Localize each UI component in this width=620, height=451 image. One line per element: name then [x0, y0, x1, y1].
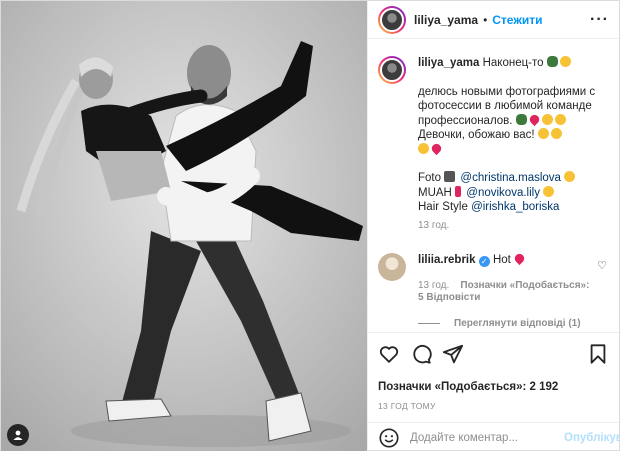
post-photo[interactable]	[1, 1, 367, 451]
comment-meta: 13 год. Позначки «Подобається»: 5 Відпов…	[418, 280, 593, 304]
heart-emoji-icon	[527, 112, 541, 126]
praying-hands-emoji-icon	[554, 113, 566, 125]
kissing-face-emoji-icon	[537, 128, 549, 139]
commenter-username[interactable]: liliia.rebrik	[418, 254, 476, 266]
like-heart-icon[interactable]	[378, 343, 400, 365]
post-timestamp[interactable]: 13 ГОД ТОМУ	[378, 401, 609, 411]
tagged-user-icon[interactable]	[7, 424, 29, 446]
lipstick-emoji-icon	[455, 185, 462, 197]
heart-emoji-icon	[512, 251, 527, 266]
save-bookmark-icon[interactable]	[587, 343, 609, 365]
comment-time[interactable]: 13 год.	[418, 280, 449, 291]
view-replies[interactable]: Переглянути відповіді (1)	[418, 318, 609, 329]
post-header: liliya_yama • Стежити ···	[368, 1, 619, 39]
add-comment-bar: Опублікувати	[368, 422, 620, 451]
publish-button[interactable]: Опублікувати	[564, 432, 620, 444]
post-side-panel: liliya_yama • Стежити ··· liliya_yama На…	[367, 1, 620, 451]
caption-time[interactable]: 13 год.	[418, 219, 604, 234]
comment-text: Hot	[492, 254, 511, 266]
more-icon[interactable]: ···	[590, 11, 609, 29]
sunglasses-emoji-icon	[515, 113, 527, 125]
smiling-face-emoji-icon	[559, 56, 571, 67]
mention-irishka[interactable]: @irishka_boriska	[471, 201, 559, 213]
post-caption: liliya_yama Наконец-то делюсь новыми фот…	[378, 56, 609, 233]
caption-line1: Наконец-то	[482, 57, 544, 69]
camera-emoji-icon	[444, 171, 456, 182]
view-replies-label[interactable]: Переглянути відповіді (1)	[454, 318, 581, 329]
action-icons	[378, 343, 609, 365]
praying-hands-emoji-icon	[564, 171, 576, 182]
caption-username[interactable]: liliya_yama	[418, 57, 479, 69]
credit-foto-label: Foto	[418, 172, 442, 184]
caption-avatar[interactable]	[378, 56, 406, 84]
comments-section[interactable]: liliya_yama Наконец-то делюсь новыми фот…	[368, 40, 619, 332]
header-separator: •	[483, 12, 488, 27]
caption-line2: делюсь новыми фотографиями с фотосессии …	[418, 85, 596, 127]
emoji-smile-icon[interactable]	[378, 427, 400, 449]
smiling-face-emoji-icon	[550, 128, 562, 139]
mention-christina[interactable]: @christina.maslova	[460, 172, 561, 184]
praying-hands-emoji-icon	[418, 142, 429, 154]
share-icon[interactable]	[442, 343, 464, 365]
follow-button[interactable]: Стежити	[492, 13, 542, 27]
mention-novikova[interactable]: @novikova.lily	[466, 187, 540, 199]
instagram-post: liliya_yama • Стежити ··· liliya_yama На…	[0, 0, 620, 451]
credit-muah-label: MUAH	[418, 186, 452, 199]
post-photo-image	[1, 1, 367, 451]
add-comment-input[interactable]	[410, 431, 564, 444]
comment-body: liliia.rebrik ✓ Hot 13 год. Позначки «По…	[418, 251, 593, 304]
author-username[interactable]: liliya_yama	[414, 13, 478, 27]
comment-item: liliia.rebrik ✓ Hot 13 год. Позначки «По…	[378, 251, 609, 304]
comment-like-heart-icon[interactable]: ♡	[597, 259, 607, 272]
comment-icon[interactable]	[410, 343, 432, 365]
commenter-avatar[interactable]	[378, 253, 406, 281]
replies-line	[418, 322, 440, 324]
credit-hair-label: Hair Style	[418, 201, 468, 213]
heart-emoji-icon	[429, 141, 444, 155]
sunglasses-emoji-icon	[546, 56, 558, 67]
likes-count[interactable]: Позначки «Подобається»: 2 192	[378, 381, 609, 393]
reply-button[interactable]: Відповісти	[426, 292, 480, 303]
heart-eyes-emoji-icon	[541, 113, 553, 125]
kissing-face-emoji-icon	[543, 185, 555, 197]
caption-line3: Девочки, обожаю вас!	[418, 129, 535, 141]
post-actions: Позначки «Подобається»: 2 192 13 ГОД ТОМ…	[368, 332, 619, 411]
verified-badge-icon: ✓	[478, 256, 490, 267]
caption-body: liliya_yama Наконец-то делюсь новыми фот…	[418, 56, 604, 233]
author-avatar[interactable]	[378, 5, 406, 34]
